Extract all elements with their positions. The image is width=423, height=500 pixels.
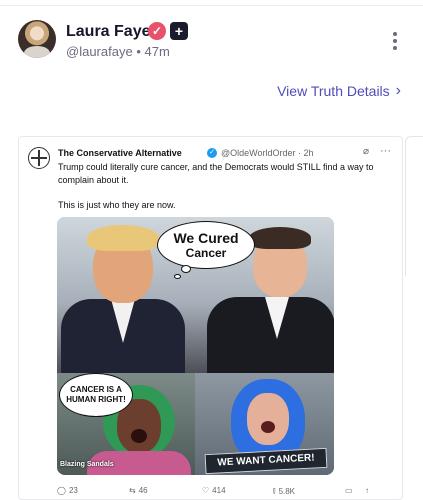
- more-options-icon[interactable]: [392, 32, 398, 50]
- post-header: Laura Faye ✓ + @laurafaye • 47m: [18, 20, 408, 62]
- repost-icon: ⇆: [129, 486, 136, 495]
- embed-avatar-logo-icon: [28, 147, 50, 169]
- author-name[interactable]: Laura Faye: [66, 23, 150, 41]
- bubble-top-line2: Cancer: [185, 246, 227, 260]
- protest-sign: WE WANT CANCER!: [204, 447, 328, 475]
- share-action[interactable]: ↑: [365, 486, 369, 495]
- plus-badge-icon: +: [170, 22, 188, 40]
- meta-separator: •: [136, 44, 141, 59]
- view-truth-details-link[interactable]: View Truth Details ›: [277, 82, 401, 100]
- repost-count: 46: [138, 486, 148, 495]
- embedded-post[interactable]: The Conservative Alternative ✓ @OldeWorl…: [18, 136, 403, 500]
- views-icon: ⫾: [273, 486, 276, 495]
- author-handle[interactable]: @laurafaye: [66, 44, 133, 59]
- embed-text-body: Trump could literally cure cancer, and t…: [58, 162, 374, 185]
- meme-watermark: Blazing Sandals: [60, 461, 114, 468]
- views-count: 5.8K: [278, 486, 296, 496]
- verified-badge-icon: ✓: [148, 22, 166, 40]
- author-meta: @laurafaye • 47m: [66, 44, 170, 59]
- bubble-tail-dot: [181, 265, 191, 273]
- meme-bottom-left-panel: CANCER IS A HUMAN RIGHT! Blazing Sandals: [57, 373, 195, 475]
- embed-text-followup: This is just who they are now.: [58, 200, 176, 210]
- top-divider: [0, 5, 423, 6]
- avatar[interactable]: [18, 20, 56, 58]
- bookmark-action[interactable]: ▭: [345, 486, 353, 495]
- bubble-left-line1: CANCER IS A: [70, 385, 122, 394]
- reply-action[interactable]: ◯ 23: [57, 486, 78, 495]
- reply-count: 23: [68, 486, 78, 495]
- embed-author-name: The Conservative Alternative: [58, 148, 182, 158]
- bubble-tail-dot-small: [174, 274, 181, 279]
- repost-action[interactable]: ⇆ 46: [129, 486, 148, 495]
- bl-figure-mouth: [131, 429, 147, 443]
- meme-image: We Cured Cancer CANCER IS A HUMAN RIGHT!…: [57, 217, 334, 475]
- bubble-left-line2: HUMAN RIGHT!: [66, 395, 126, 404]
- embed-grok-icon: ⌀: [363, 146, 370, 157]
- view-truth-details-label: View Truth Details: [277, 83, 390, 99]
- embed-action-bar: ◯ 23 ⇆ 46 ♡ 414 ⫾ 5.8K ▭ ↑: [57, 486, 377, 499]
- speech-bubble-left: CANCER IS A HUMAN RIGHT!: [59, 373, 133, 417]
- right-figure-hair: [249, 227, 311, 249]
- views-action[interactable]: ⫾ 5.8K: [273, 486, 295, 496]
- meme-bottom-right-panel: WE WANT CANCER!: [195, 373, 334, 475]
- like-count: 414: [212, 486, 226, 495]
- bookmark-icon: ▭: [345, 486, 353, 495]
- carousel-next-card[interactable]: [405, 136, 423, 276]
- speech-bubble-top: We Cured Cancer: [157, 221, 255, 269]
- left-figure-hair: [87, 225, 159, 251]
- embed-verified-icon: ✓: [207, 148, 217, 158]
- share-icon: ↑: [365, 486, 369, 495]
- like-action[interactable]: ♡ 414: [202, 486, 226, 495]
- br-figure-mouth: [261, 421, 275, 433]
- br-figure-face: [247, 393, 289, 445]
- post-time[interactable]: 47m: [145, 44, 170, 59]
- chevron-right-icon: ›: [395, 82, 401, 99]
- bubble-top-line1: We Cured: [173, 230, 239, 246]
- embed-handle-time: @OldeWorldOrder · 2h: [221, 148, 314, 158]
- reply-icon: ◯: [57, 486, 66, 495]
- like-icon: ♡: [202, 486, 210, 495]
- embed-more-icon: ···: [380, 145, 391, 157]
- meme-top-panel: We Cured Cancer: [57, 217, 334, 379]
